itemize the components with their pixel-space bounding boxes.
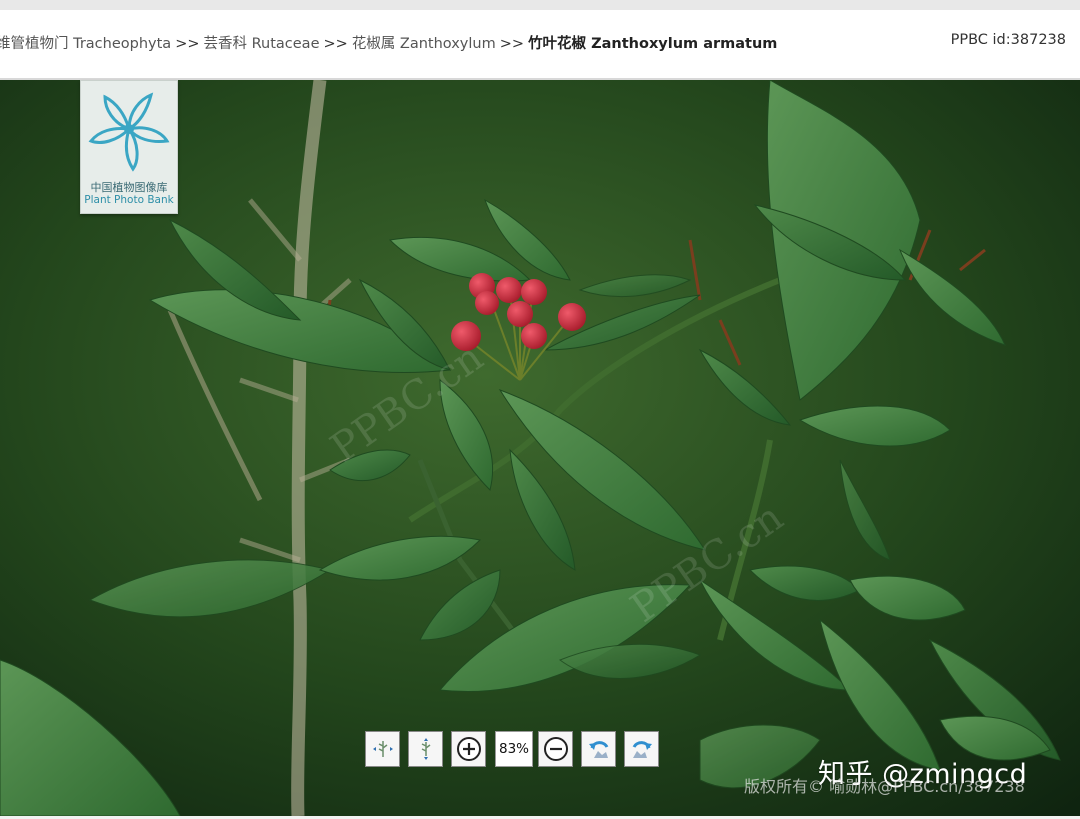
fit-width-button[interactable] [365, 731, 400, 767]
top-strip [0, 0, 1080, 10]
breadcrumb-separator: >> [175, 36, 200, 52]
rotate-left-icon [588, 741, 608, 758]
zoom-out-button[interactable] [538, 731, 573, 767]
breadcrumb-species: 竹叶花椒 Zanthoxylum armatum [528, 36, 778, 52]
fit-width-icon [372, 741, 393, 757]
fit-height-icon [421, 738, 430, 760]
zoom-level: 83% [495, 731, 533, 767]
fit-height-button[interactable] [408, 731, 443, 767]
breadcrumb: 维管植物门 Tracheophyta >> 芸香科 Rutaceae >> 花椒属 Za… [0, 32, 777, 53]
logo-text-en: Plant Photo Bank [84, 194, 174, 206]
breadcrumb-genus[interactable]: 花椒属 Zanthoxylum [352, 36, 496, 52]
breadcrumb-family[interactable]: 芸香科 Rutaceae [204, 36, 320, 52]
zoom-in-icon [456, 737, 481, 761]
breadcrumb-separator: >> [323, 36, 348, 52]
zoom-in-button[interactable] [451, 731, 486, 767]
record-id: PPBC id:387238 [950, 32, 1066, 48]
rotate-right-icon [632, 741, 652, 758]
pinwheel-logo-icon [88, 92, 170, 172]
header-bar: 维管植物门 Tracheophyta >> 芸香科 Rutaceae >> 花椒属 Za… [0, 10, 1080, 80]
zoom-out-icon [543, 737, 568, 761]
plant-photo-bank-logo: 中国植物图像库 Plant Photo Bank [80, 80, 178, 214]
rotate-right-button[interactable] [624, 731, 659, 767]
breadcrumb-phylum[interactable]: 维管植物门 Tracheophyta [0, 36, 171, 52]
rotate-left-button[interactable] [581, 731, 616, 767]
logo-text-cn: 中国植物图像库 [90, 181, 168, 194]
copyright-text: 版权所有© 喻勋林@PPBC.cn/387238 [744, 777, 1025, 796]
breadcrumb-separator: >> [499, 36, 525, 52]
